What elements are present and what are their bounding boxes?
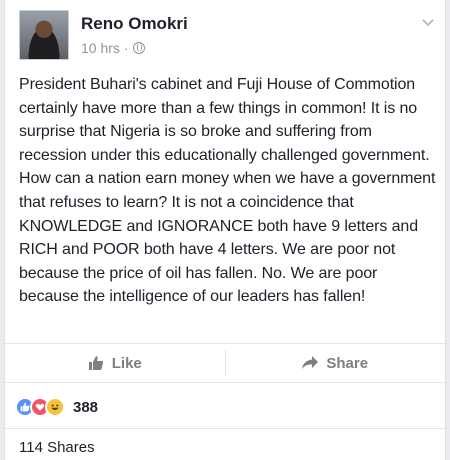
haha-reaction-icon bbox=[45, 397, 65, 417]
shares-count[interactable]: 114 Shares bbox=[5, 428, 445, 456]
share-label: Share bbox=[326, 354, 369, 372]
avatar[interactable] bbox=[19, 10, 69, 60]
chevron-down-icon[interactable] bbox=[421, 16, 435, 30]
author-name[interactable]: Reno Omokri bbox=[81, 14, 188, 34]
post-timestamp[interactable]: 10 hrs bbox=[81, 40, 120, 56]
globe-icon bbox=[132, 42, 145, 54]
post-body: President Buhari's cabinet and Fuji Hous… bbox=[19, 76, 436, 306]
meta-separator: · bbox=[123, 40, 129, 56]
action-bar: Like Share bbox=[5, 343, 445, 383]
reaction-count: 388 bbox=[73, 398, 99, 416]
reaction-summary[interactable]: 388 bbox=[15, 395, 98, 419]
share-arrow-icon bbox=[302, 356, 319, 369]
share-button[interactable]: Share bbox=[226, 344, 446, 382]
thumbs-up-icon bbox=[88, 356, 103, 370]
post-meta: 10 hrs · bbox=[81, 40, 145, 56]
like-button[interactable]: Like bbox=[5, 344, 225, 382]
post-card: Reno Omokri 10 hrs · President Buhari's … bbox=[4, 0, 446, 460]
like-label: Like bbox=[111, 354, 142, 372]
post-header: Reno Omokri 10 hrs · bbox=[15, 8, 439, 64]
